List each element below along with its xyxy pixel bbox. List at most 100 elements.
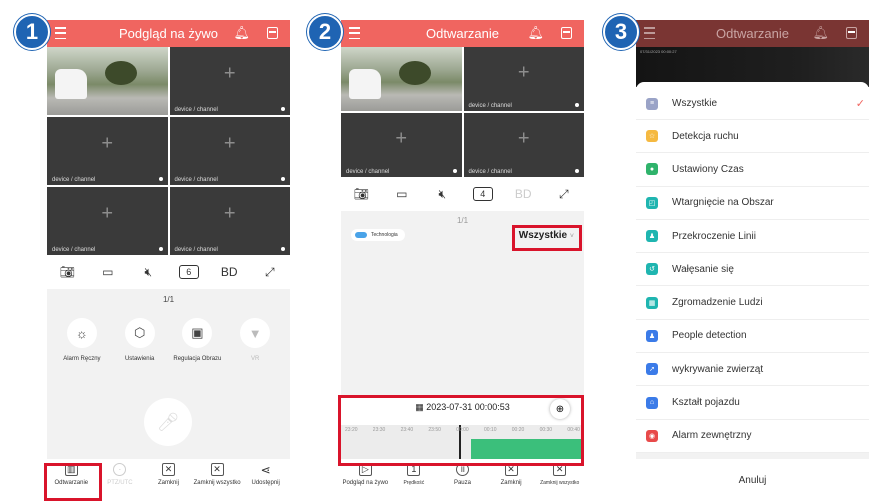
channel-label: device / channel	[174, 177, 218, 183]
action-label: Udostępnij	[251, 480, 280, 486]
siren-icon: ☼	[66, 318, 97, 348]
add-icon: +	[517, 61, 530, 84]
channel-label: device / channel	[468, 103, 512, 109]
split-button[interactable]: 4	[472, 187, 493, 201]
event-type-label: Wszystkie	[672, 98, 717, 109]
manual-alarm-button[interactable]: ☼ Alarm Ręczny	[54, 318, 110, 362]
live-toolbar: 📷︎ ▭ 🔇︎ 6 BD ⤢	[47, 255, 290, 289]
camera-tile[interactable]	[47, 47, 168, 115]
image-adjust-icon: ▣	[182, 318, 213, 348]
event-type-label: Wałęsanie się	[672, 263, 734, 275]
event-type-option[interactable]: ⌂ Kształt pojazdu	[636, 386, 869, 420]
event-type-option[interactable]: ≡ Wszystkie ✓	[636, 82, 869, 120]
share-button[interactable]: ⋖ Udostępnij	[242, 463, 290, 487]
event-type-label: Przekroczenie Linii	[672, 230, 756, 242]
snapshot-icon[interactable]: 📷︎	[57, 265, 77, 279]
event-type-option[interactable]: ☆ Detekcja ruchu	[636, 120, 869, 154]
action-label: Zamknij wszystko	[540, 480, 580, 486]
record-icon[interactable]: ▭	[98, 265, 118, 279]
quality-button[interactable]: BD	[219, 265, 239, 279]
settings-icon: ⬡	[124, 318, 155, 348]
event-type-label: Kształt pojazdu	[672, 397, 740, 409]
ptz-button[interactable]: · PTZ/UTC	[96, 463, 144, 486]
recorder-icon[interactable]	[267, 27, 278, 39]
step-badge-3: 3	[603, 14, 639, 50]
channel-label: device / channel	[174, 247, 218, 253]
cloud-icon	[355, 232, 367, 238]
action-label: Zamknij	[157, 480, 179, 486]
channel-label: device / channel	[52, 247, 96, 253]
vr-icon: ▼	[240, 318, 271, 348]
live-view-button[interactable]: ▷ Podgląd na żywo	[341, 463, 389, 486]
vr-button[interactable]: ▼ VR	[227, 318, 283, 362]
bell-icon[interactable]: 🔔︎	[527, 25, 544, 41]
event-type-option[interactable]: ➚ wykrywanie zwierząt	[636, 353, 869, 387]
event-type-option[interactable]: ↺ Wałęsanie się	[636, 253, 869, 287]
video-backdrop: 07/31/2023 00:00:27	[636, 47, 869, 87]
empty-channel-tile[interactable]: + device / channel	[169, 187, 290, 255]
event-type-option[interactable]: ● Ustawiony Czas	[636, 153, 869, 187]
snapshot-icon[interactable]: 📷︎	[351, 187, 371, 201]
event-type-label: Ustawiony Czas	[672, 163, 744, 175]
close-box-icon: ✕	[161, 463, 175, 476]
close-all-button[interactable]: ✕ Zamknij wszystko	[536, 463, 584, 486]
event-type-option[interactable]: ♟ People detection	[636, 320, 869, 354]
event-type-label: Detekcja ruchu	[672, 130, 739, 142]
event-type-option[interactable]: ◉ Alarm zewnętrzny	[636, 420, 869, 453]
mute-icon[interactable]: 🔇︎	[432, 187, 452, 202]
close-all-button[interactable]: ✕ Zamknij wszystko	[193, 463, 241, 486]
event-type-label: wykrywanie zwierząt	[672, 363, 764, 375]
empty-channel-tile[interactable]: + device / channel	[169, 117, 290, 185]
menu-icon[interactable]	[55, 27, 66, 39]
pause-button[interactable]: ॥ Pauza	[438, 463, 486, 486]
cancel-button[interactable]: Anuluj	[636, 459, 869, 501]
menu-icon[interactable]	[644, 27, 655, 39]
event-type-option[interactable]: ◰ Wtargnięcie na Obszar	[636, 187, 869, 220]
empty-channel-tile[interactable]: + device / channel	[169, 47, 290, 115]
action-label: Pauza	[453, 480, 471, 486]
quality-button[interactable]: BD	[513, 187, 533, 201]
record-icon[interactable]: ▭	[392, 187, 412, 201]
menu-icon[interactable]	[349, 27, 360, 39]
app-header: Odtwarzanie 🔔︎	[341, 20, 584, 47]
channel-label: device / channel	[346, 169, 390, 175]
settings-button[interactable]: ⬡ Ustawienia	[112, 318, 168, 362]
empty-channel-tile[interactable]: + device / channel	[463, 47, 584, 111]
mute-icon[interactable]: 🔇︎	[138, 265, 158, 280]
event-type-option[interactable]: ♟ Przekroczenie Linii	[636, 220, 869, 254]
microphone-button[interactable]: 🎤︎	[144, 398, 192, 446]
highlight-timeline	[338, 395, 584, 466]
event-type-label: Alarm zewnętrzny	[672, 430, 752, 442]
bell-icon[interactable]: 🔔︎	[812, 25, 829, 41]
event-type-icon: ☆	[646, 130, 658, 143]
event-type-icon: ➚	[646, 363, 658, 376]
app-header: Podgląd na żywo 🔔︎	[47, 20, 290, 47]
close-button[interactable]: ✕ Zamknij	[487, 463, 535, 486]
recorder-icon[interactable]	[846, 27, 857, 39]
event-type-option[interactable]: ▦ Zgromadzenie Ludzi	[636, 286, 869, 320]
add-icon: +	[223, 62, 236, 85]
page-title: Odtwarzanie	[716, 26, 789, 41]
fullscreen-icon[interactable]: ⤢	[554, 187, 574, 202]
check-icon: ✓	[855, 98, 865, 110]
event-type-icon: ◰	[646, 196, 658, 209]
screen-live-view: Podgląd na żywo 🔔︎ + device / channel + de…	[47, 20, 290, 501]
image-adjust-button[interactable]: ▣ Regulacja Obrazu	[169, 318, 225, 362]
camera-tile[interactable]	[341, 47, 462, 111]
empty-channel-tile[interactable]: + device / channel	[47, 117, 168, 185]
empty-channel-tile[interactable]: + device / channel	[341, 113, 462, 177]
empty-channel-tile[interactable]: + device / channel	[47, 187, 168, 255]
feature-label: Alarm Ręczny	[63, 356, 101, 362]
screen-event-filter: Odtwarzanie 🔔︎ 07/31/2023 00:00:27 ≡ Wszy…	[636, 20, 869, 501]
speed-button[interactable]: 1 Prędkość	[390, 463, 438, 486]
empty-channel-tile[interactable]: + device / channel	[463, 113, 584, 177]
device-chip[interactable]: Technologia	[351, 229, 405, 241]
fullscreen-icon[interactable]: ⤢	[260, 265, 280, 280]
split-button[interactable]: 6	[178, 265, 199, 279]
close-button[interactable]: ✕ Zamknij	[144, 463, 192, 486]
recorder-icon[interactable]	[561, 27, 572, 39]
event-type-icon: ◉	[646, 429, 658, 442]
feature-label: Regulacja Obrazu	[173, 356, 222, 362]
event-type-icon: ≡	[646, 97, 658, 110]
bell-icon[interactable]: 🔔︎	[233, 25, 250, 41]
